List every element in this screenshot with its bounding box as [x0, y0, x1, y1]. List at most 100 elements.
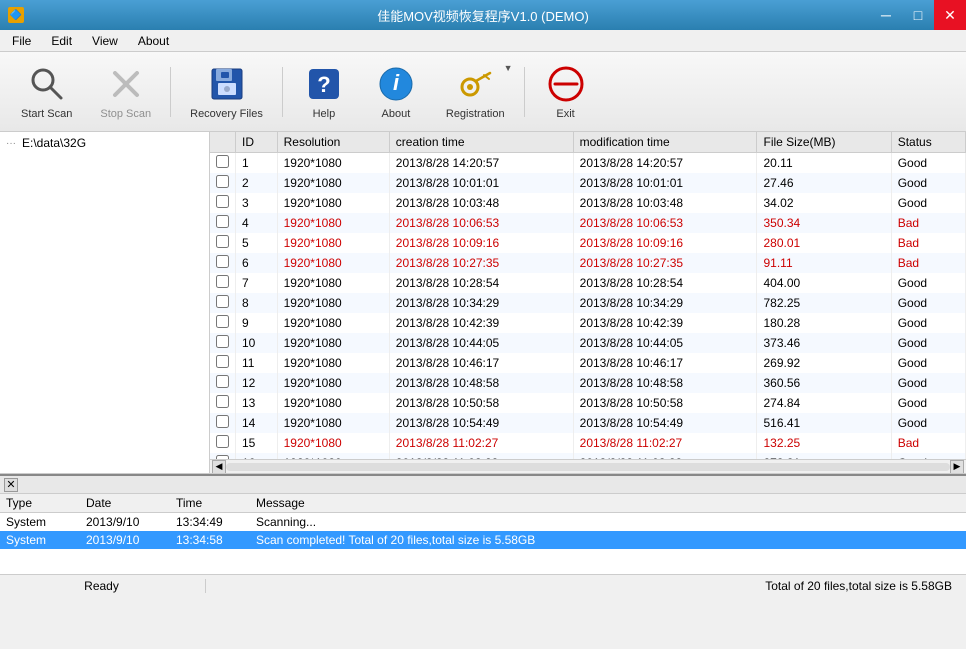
- row-size: 269.92: [757, 353, 891, 373]
- table-row[interactable]: 10 1920*1080 2013/8/28 10:44:05 2013/8/2…: [210, 333, 966, 353]
- table-row[interactable]: 11 1920*1080 2013/8/28 10:46:17 2013/8/2…: [210, 353, 966, 373]
- row-modification: 2013/8/28 10:50:58: [573, 393, 757, 413]
- app-icon: 🔷: [8, 7, 24, 23]
- svg-text:i: i: [393, 70, 400, 95]
- row-id: 2: [236, 173, 278, 193]
- about-icon: i: [376, 64, 416, 104]
- help-label: Help: [313, 108, 336, 120]
- row-resolution: 1920*1080: [277, 153, 389, 174]
- table-row[interactable]: 2 1920*1080 2013/8/28 10:01:01 2013/8/28…: [210, 173, 966, 193]
- log-table: Type Date Time Message System 2013/9/10 …: [0, 494, 966, 549]
- row-checkbox[interactable]: [216, 255, 229, 268]
- start-scan-button[interactable]: Start Scan: [8, 58, 85, 126]
- table-row[interactable]: 5 1920*1080 2013/8/28 10:09:16 2013/8/28…: [210, 233, 966, 253]
- row-size: 274.84: [757, 393, 891, 413]
- row-id: 6: [236, 253, 278, 273]
- row-creation: 2013/8/28 14:20:57: [389, 153, 573, 174]
- row-status: Good: [891, 193, 965, 213]
- recovery-files-button[interactable]: Recovery Files: [177, 58, 276, 126]
- row-checkbox-cell: [210, 373, 236, 393]
- log-row[interactable]: System 2013/9/10 13:34:58 Scan completed…: [0, 531, 966, 549]
- row-checkbox-cell: [210, 153, 236, 174]
- table-row[interactable]: 8 1920*1080 2013/8/28 10:34:29 2013/8/28…: [210, 293, 966, 313]
- row-size: 404.00: [757, 273, 891, 293]
- row-checkbox[interactable]: [216, 155, 229, 168]
- menu-about[interactable]: About: [130, 32, 177, 50]
- menu-edit[interactable]: Edit: [43, 32, 80, 50]
- help-button[interactable]: ? Help: [289, 58, 359, 126]
- row-checkbox[interactable]: [216, 195, 229, 208]
- row-checkbox[interactable]: [216, 395, 229, 408]
- row-checkbox[interactable]: [216, 355, 229, 368]
- table-row[interactable]: 15 1920*1080 2013/8/28 11:02:27 2013/8/2…: [210, 433, 966, 453]
- tree-item-label: E:\data\32G: [22, 136, 86, 150]
- row-creation: 2013/8/28 10:48:58: [389, 373, 573, 393]
- close-button[interactable]: ✕: [934, 0, 966, 30]
- row-id: 8: [236, 293, 278, 313]
- row-checkbox[interactable]: [216, 295, 229, 308]
- exit-button[interactable]: Exit: [531, 58, 601, 126]
- row-status: Good: [891, 393, 965, 413]
- log-row[interactable]: System 2013/9/10 13:34:49 Scanning...: [0, 513, 966, 532]
- row-modification: 2013/8/28 10:46:17: [573, 353, 757, 373]
- registration-icon: [455, 64, 495, 104]
- minimize-button[interactable]: ─: [870, 0, 902, 30]
- status-bar: Ready Total of 20 files,total size is 5.…: [0, 574, 966, 596]
- row-status: Good: [891, 293, 965, 313]
- row-size: 373.46: [757, 333, 891, 353]
- table-row[interactable]: 13 1920*1080 2013/8/28 10:50:58 2013/8/2…: [210, 393, 966, 413]
- scroll-left-arrow[interactable]: ◀: [212, 460, 226, 474]
- row-resolution: 1920*1080: [277, 273, 389, 293]
- table-row[interactable]: 6 1920*1080 2013/8/28 10:27:35 2013/8/28…: [210, 253, 966, 273]
- stop-scan-button[interactable]: Stop Scan: [87, 58, 164, 126]
- toolbar: Start Scan Stop Scan Recovery Files: [0, 52, 966, 132]
- registration-button[interactable]: Registration ▼: [433, 58, 518, 126]
- col-checkbox: [210, 132, 236, 153]
- table-row[interactable]: 4 1920*1080 2013/8/28 10:06:53 2013/8/28…: [210, 213, 966, 233]
- scrollbar-track[interactable]: [226, 463, 950, 471]
- row-resolution: 1920*1080: [277, 413, 389, 433]
- row-modification: 2013/8/28 10:42:39: [573, 313, 757, 333]
- about-button[interactable]: i About: [361, 58, 431, 126]
- horizontal-scrollbar[interactable]: ◀ ▶: [210, 459, 966, 473]
- table-row[interactable]: 1 1920*1080 2013/8/28 14:20:57 2013/8/28…: [210, 153, 966, 174]
- row-resolution: 1920*1080: [277, 433, 389, 453]
- row-checkbox[interactable]: [216, 315, 229, 328]
- right-panel: ID Resolution creation time modification…: [210, 132, 966, 473]
- file-list-scroll[interactable]: ID Resolution creation time modification…: [210, 132, 966, 459]
- row-checkbox[interactable]: [216, 175, 229, 188]
- menu-view[interactable]: View: [84, 32, 126, 50]
- row-checkbox[interactable]: [216, 415, 229, 428]
- log-time: 13:34:58: [170, 531, 250, 549]
- row-checkbox[interactable]: [216, 375, 229, 388]
- table-row[interactable]: 9 1920*1080 2013/8/28 10:42:39 2013/8/28…: [210, 313, 966, 333]
- row-resolution: 1920*1080: [277, 333, 389, 353]
- row-checkbox[interactable]: [216, 435, 229, 448]
- log-message: Scanning...: [250, 513, 950, 532]
- row-modification: 2013/8/28 10:34:29: [573, 293, 757, 313]
- row-size: 91.11: [757, 253, 891, 273]
- row-id: 1: [236, 153, 278, 174]
- log-table-wrapper[interactable]: Type Date Time Message System 2013/9/10 …: [0, 494, 966, 574]
- menu-file[interactable]: File: [4, 32, 39, 50]
- table-row[interactable]: 7 1920*1080 2013/8/28 10:28:54 2013/8/28…: [210, 273, 966, 293]
- log-type: System: [0, 531, 80, 549]
- table-row[interactable]: 12 1920*1080 2013/8/28 10:48:58 2013/8/2…: [210, 373, 966, 393]
- row-checkbox[interactable]: [216, 235, 229, 248]
- maximize-button[interactable]: □: [902, 0, 934, 30]
- log-col-time: Time: [170, 494, 250, 513]
- row-checkbox-cell: [210, 173, 236, 193]
- scroll-right-arrow[interactable]: ▶: [950, 460, 964, 474]
- row-checkbox[interactable]: [216, 335, 229, 348]
- log-close-button[interactable]: ✕: [4, 478, 18, 492]
- table-row[interactable]: 14 1920*1080 2013/8/28 10:54:49 2013/8/2…: [210, 413, 966, 433]
- row-modification: 2013/8/28 10:09:16: [573, 233, 757, 253]
- tree-item-drive[interactable]: ··· E:\data\32G: [2, 134, 207, 152]
- row-status: Good: [891, 173, 965, 193]
- row-checkbox[interactable]: [216, 215, 229, 228]
- row-resolution: 1920*1080: [277, 393, 389, 413]
- row-resolution: 1920*1080: [277, 193, 389, 213]
- table-row[interactable]: 3 1920*1080 2013/8/28 10:03:48 2013/8/28…: [210, 193, 966, 213]
- row-modification: 2013/8/28 10:44:05: [573, 333, 757, 353]
- row-checkbox[interactable]: [216, 275, 229, 288]
